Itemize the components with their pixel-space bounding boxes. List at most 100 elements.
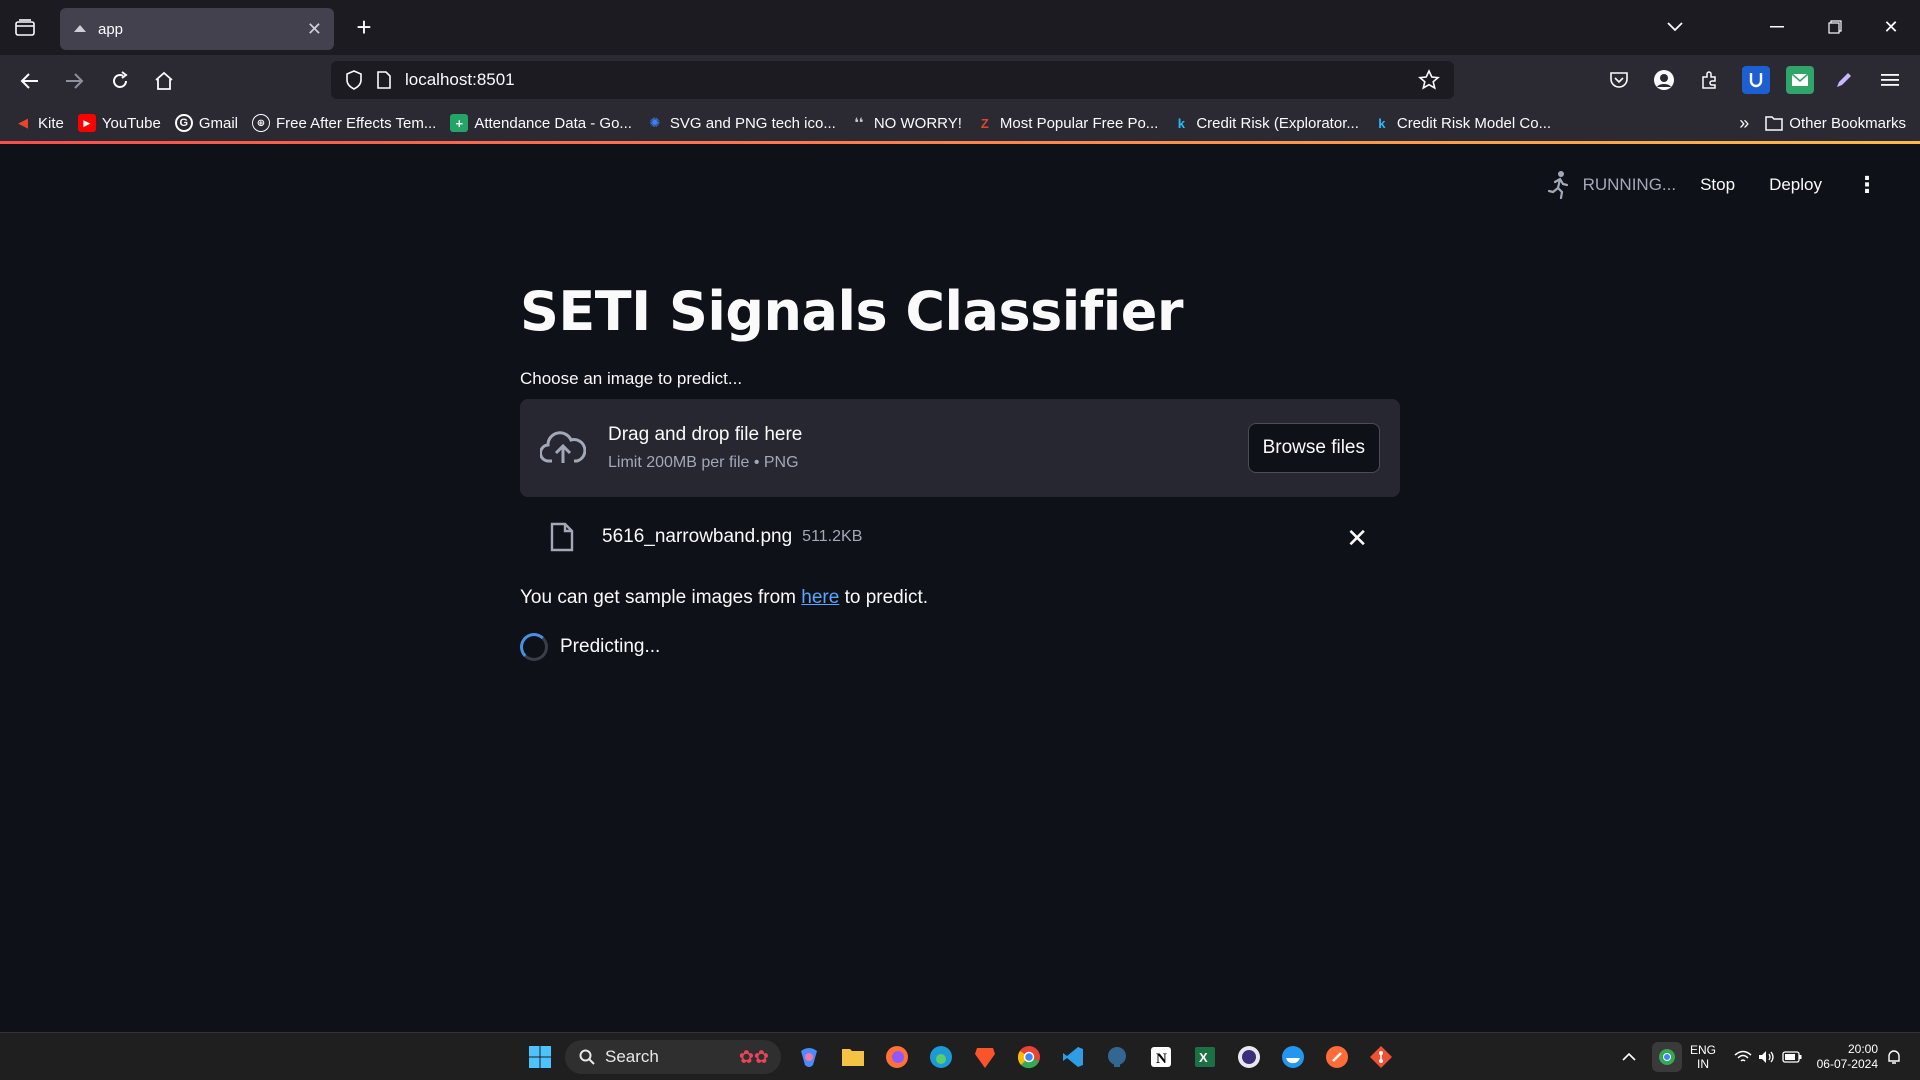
url-text[interactable]: localhost:8501 (405, 70, 515, 90)
pen-extension-icon[interactable] (1830, 66, 1858, 94)
cloud-upload-icon (540, 431, 586, 463)
postgresql-icon[interactable] (1102, 1042, 1132, 1072)
vscode-icon[interactable] (1058, 1042, 1088, 1072)
navigation-bar: localhost:8501 (0, 55, 1920, 105)
svg-text:X: X (1199, 1050, 1208, 1065)
postman-icon[interactable] (1322, 1042, 1352, 1072)
tab-close-icon[interactable]: ✕ (307, 19, 322, 40)
flowers-icon: ✿✿ (738, 1046, 769, 1067)
running-indicator-line (0, 141, 1920, 144)
copilot-icon[interactable] (794, 1042, 824, 1072)
wifi-icon[interactable] (1734, 1033, 1752, 1080)
excel-icon[interactable]: X (1190, 1042, 1220, 1072)
bookmark-star-icon[interactable] (1418, 69, 1440, 91)
bookmark-item[interactable]: ⊕ Free After Effects Tem... (251, 114, 436, 132)
folder-icon (1765, 116, 1784, 131)
minimize-icon[interactable] (1762, 12, 1792, 42)
bookmark-item[interactable]: Z Most Popular Free Po... (976, 114, 1158, 132)
obs-icon[interactable] (1234, 1042, 1264, 1072)
taskbar-search[interactable]: Search ✿✿ (565, 1040, 781, 1074)
bookmark-item[interactable]: ✺ SVG and PNG tech ico... (646, 114, 835, 132)
page-icon (377, 71, 391, 89)
home-icon[interactable] (148, 65, 180, 97)
forward-icon[interactable] (58, 65, 90, 97)
remove-file-icon[interactable]: ✕ (1346, 523, 1368, 554)
kaggle-icon: k (1177, 115, 1185, 131)
tab-title: app (98, 20, 124, 38)
battery-icon[interactable] (1782, 1033, 1802, 1080)
uploaded-file-row: 5616_narrowband.png 511.2KB ✕ (520, 513, 1400, 561)
bookmark-item[interactable]: k Credit Risk (Explorator... (1172, 114, 1359, 132)
notification-icon[interactable] (1886, 1033, 1902, 1080)
running-man-icon (1547, 171, 1568, 200)
sheets-icon: + (450, 114, 469, 132)
more-bookmarks-icon[interactable]: » (1739, 113, 1749, 134)
dropzone-title: Drag and drop file here (608, 424, 803, 445)
tab-list-icon[interactable] (10, 14, 40, 42)
pocket-icon[interactable] (1605, 66, 1633, 94)
bookmark-item[interactable]: ▶ YouTube (77, 114, 161, 132)
git-icon[interactable] (1366, 1042, 1396, 1072)
shield-icon[interactable] (345, 70, 363, 90)
browse-files-button[interactable]: Browse files (1247, 423, 1380, 473)
windows-taskbar: Search ✿✿ N X ENG IN 20:00 06-07-2024 (0, 1032, 1920, 1080)
account-icon[interactable] (1650, 66, 1678, 94)
back-icon[interactable] (14, 65, 46, 97)
browser-tab[interactable]: app ✕ (60, 8, 334, 50)
notion-icon[interactable]: N (1146, 1042, 1176, 1072)
page-title: SETI Signals Classifier (520, 280, 1184, 343)
brave-icon[interactable] (970, 1042, 1000, 1072)
reload-icon[interactable] (104, 65, 136, 97)
windows-start-icon[interactable] (525, 1042, 555, 1072)
tab-bar: app ✕ + ✕ (0, 0, 1920, 55)
docker-icon[interactable] (1278, 1042, 1308, 1072)
other-bookmarks[interactable]: Other Bookmarks (1789, 115, 1906, 132)
list-all-tabs-icon[interactable] (1660, 12, 1690, 42)
bookmark-item[interactable]: ◀ Kite (14, 114, 64, 132)
kite-icon: ◀ (18, 115, 28, 130)
tray-chrome-icon[interactable] (1652, 1042, 1682, 1072)
sample-images-text: You can get sample images from here to p… (520, 587, 929, 608)
deploy-button[interactable]: Deploy (1769, 175, 1822, 195)
kaggle-icon: k (1378, 115, 1386, 131)
extensions-icon[interactable] (1696, 66, 1724, 94)
stop-button[interactable]: Stop (1700, 175, 1735, 195)
quote-icon: ❛❛ (854, 115, 864, 130)
sample-images-link[interactable]: here (801, 587, 839, 608)
language-indicator[interactable]: ENG IN (1690, 1033, 1716, 1080)
close-window-icon[interactable]: ✕ (1876, 12, 1906, 42)
google-icon: G (174, 114, 193, 132)
file-dropzone[interactable]: Drag and drop file here Limit 200MB per … (520, 399, 1400, 497)
mail-extension-icon[interactable] (1786, 66, 1814, 94)
photopea-icon: Z (980, 115, 989, 131)
volume-icon[interactable] (1758, 1033, 1776, 1080)
main-content: SETI Signals Classifier Choose an image … (520, 280, 1400, 661)
running-status: RUNNING... (1547, 170, 1676, 200)
globe-icon: ⊕ (251, 114, 270, 132)
bookmark-item[interactable]: ❛❛ NO WORRY! (850, 114, 962, 132)
clock[interactable]: 20:00 06-07-2024 (1812, 1033, 1878, 1080)
hamburger-menu-icon[interactable] (1876, 66, 1904, 94)
file-explorer-icon[interactable] (838, 1042, 868, 1072)
dropzone-limit: Limit 200MB per file • PNG (608, 454, 799, 471)
predicting-spinner: Predicting... (520, 633, 1400, 661)
streamlit-favicon-icon (74, 25, 86, 32)
file-icon (550, 522, 574, 552)
new-tab-icon[interactable]: + (349, 12, 379, 42)
show-hidden-icons[interactable] (1622, 1033, 1636, 1080)
firefox-icon[interactable] (882, 1042, 912, 1072)
search-icon (579, 1049, 595, 1065)
bookmark-item[interactable]: G Gmail (174, 114, 238, 132)
svg-repo-icon: ✺ (649, 115, 661, 130)
url-bar[interactable]: localhost:8501 (331, 61, 1454, 99)
app-header: RUNNING... Stop Deploy ⋮ (1547, 160, 1920, 210)
ublock-extension-icon[interactable] (1742, 66, 1770, 94)
bookmark-item[interactable]: + Attendance Data - Go... (450, 114, 632, 132)
bookmarks-bar: ◀ Kite ▶ YouTube G Gmail ⊕ Free After Effect… (0, 105, 1920, 141)
chrome-icon[interactable] (1014, 1042, 1044, 1072)
edge-icon[interactable] (926, 1042, 956, 1072)
restore-icon[interactable] (1820, 12, 1850, 42)
bookmark-item[interactable]: k Credit Risk Model Co... (1373, 114, 1551, 132)
main-menu-icon[interactable]: ⋮ (1856, 172, 1878, 198)
spinner-icon (520, 633, 548, 661)
